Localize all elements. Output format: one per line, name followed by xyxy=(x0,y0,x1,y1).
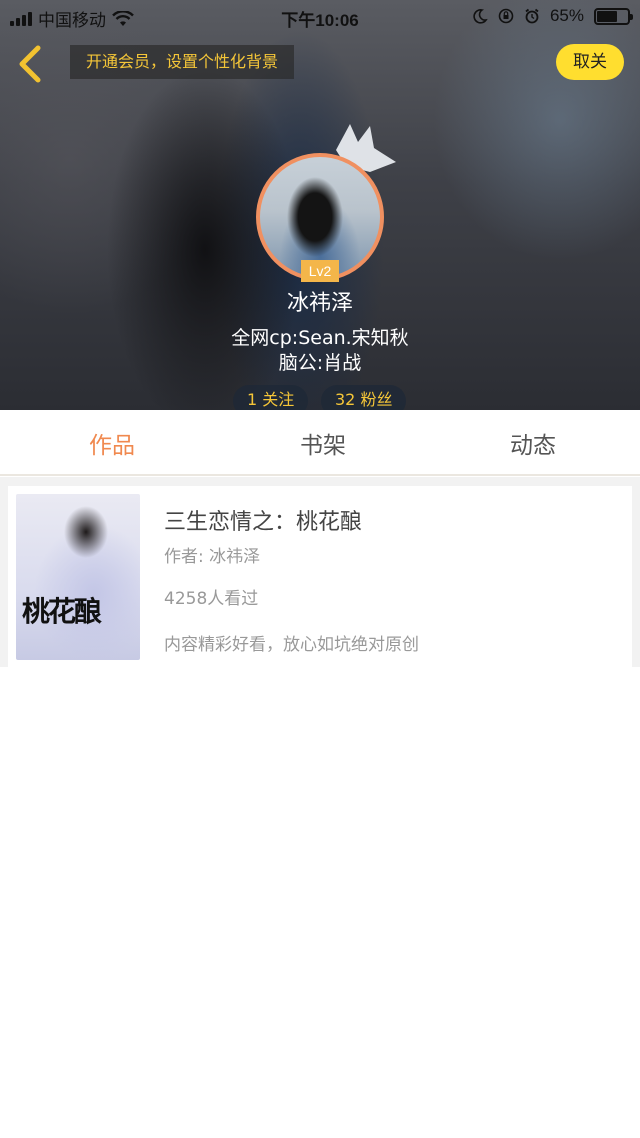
username: 冰祎泽 xyxy=(286,291,353,316)
book-views: 4258人看过 xyxy=(164,589,259,609)
moon-icon xyxy=(473,9,488,24)
book-description: 内容精彩好看，放心如坑绝对原创 xyxy=(164,635,419,655)
orientation-lock-icon xyxy=(498,8,514,24)
book-cover[interactable]: 桃花酿 xyxy=(16,494,140,660)
tab-activity[interactable]: 动态 xyxy=(463,426,603,460)
status-bar: 中国移动 下午10:06 65% xyxy=(0,0,640,34)
vip-background-banner[interactable]: 开通会员，设置个性化背景 xyxy=(70,45,295,79)
tab-bar: 作品 书架 动态 xyxy=(0,410,640,476)
tab-bookshelf[interactable]: 书架 xyxy=(253,426,393,460)
cover-title: 桃花酿 xyxy=(22,595,102,628)
fans-count[interactable]: 32 粉丝 xyxy=(321,385,407,410)
book-title[interactable]: 三生恋情之：桃花酿 xyxy=(164,504,362,536)
book-author: 作者: 冰祎泽 xyxy=(164,547,261,567)
following-count[interactable]: 1 关注 xyxy=(233,385,309,410)
bio-line-1: 全网cp:Sean.宋知秋 xyxy=(231,327,409,349)
bio-line-2: 脑公:肖战 xyxy=(278,352,362,374)
tab-works[interactable]: 作品 xyxy=(42,426,182,460)
unfollow-button[interactable]: 取关 xyxy=(556,44,624,80)
book-card[interactable]: 桃花酿 三生恋情之：桃花酿 作者: 冰祎泽 4258人看过 内容精彩好看，放心如… xyxy=(8,486,632,667)
back-chevron-icon[interactable] xyxy=(12,44,48,84)
alarm-icon xyxy=(525,8,539,24)
battery-percent: 65% xyxy=(549,6,584,25)
profile-header: 中国移动 下午10:06 65% 开通会员，设置个性化背景 取关 Lv2 冰祎泽… xyxy=(0,0,640,410)
level-badge: Lv2 xyxy=(301,260,339,282)
battery-icon xyxy=(594,7,633,25)
